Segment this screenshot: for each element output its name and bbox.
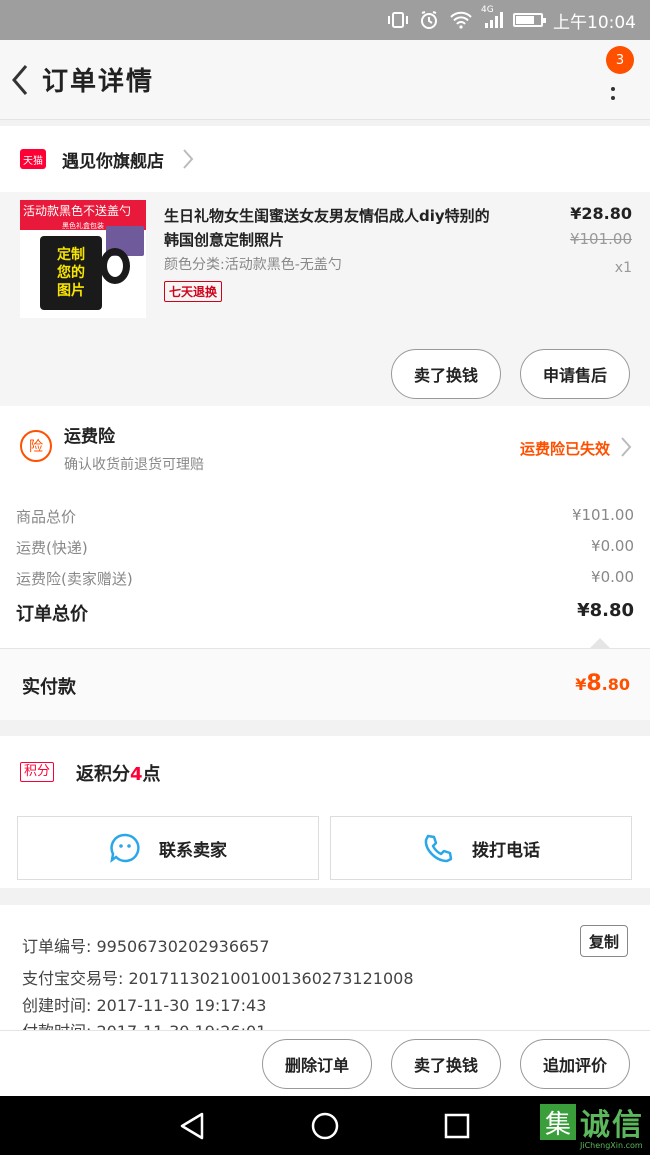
- nav-home-icon[interactable]: [305, 1106, 345, 1146]
- sell-button[interactable]: 卖了换钱: [391, 1039, 501, 1089]
- message-count-badge: 3: [606, 46, 634, 74]
- more-dot-icon: [611, 87, 615, 91]
- phone-icon: [424, 834, 453, 863]
- order-total-label: 订单总价: [16, 604, 88, 625]
- points-number: 4: [130, 764, 143, 785]
- cost-breakdown: 商品总价 ¥101.00 运费(快递) ¥0.00 运费险(卖家赠送) ¥0.0…: [0, 488, 650, 648]
- nav-back-icon[interactable]: [172, 1106, 212, 1146]
- order-total-row: 订单总价 ¥8.80: [16, 600, 634, 626]
- chevron-left-icon: [12, 64, 28, 95]
- chevron-right-icon: [182, 148, 194, 170]
- battery-icon: [513, 13, 546, 27]
- points-prefix: 返积分: [76, 764, 130, 785]
- order-item[interactable]: 活动款黑色不送盖勺 黑色礼盒包装 定制 您的 图片 生日礼物女生闺蜜送女友男友情…: [0, 192, 650, 406]
- more-dot-icon: [611, 96, 615, 100]
- points-section: 积分 返积分4点 联系卖家 拨打电话: [0, 736, 650, 888]
- product-quantity: x1: [614, 260, 632, 276]
- top-nav: 订单详情 3: [0, 40, 650, 120]
- after-sale-button[interactable]: 申请售后: [520, 349, 630, 399]
- product-title[interactable]: 生日礼物女生闺蜜送女友男友情侣成人diy特别的韩国创意定制照片: [164, 204, 504, 252]
- pointer-arrow: [590, 638, 610, 648]
- product-price: ¥28.80: [570, 204, 632, 223]
- shipping-label: 运费(快递): [16, 539, 88, 557]
- copy-order-number-button[interactable]: 复制: [580, 925, 628, 957]
- order-number: 订单编号: 99506730202936657: [22, 937, 270, 956]
- back-button[interactable]: [0, 40, 40, 120]
- tmall-logo-icon: 天猫: [20, 149, 46, 169]
- watermark-logo: 集 诚信 JiChengXin.com: [540, 1100, 644, 1150]
- shipping-insurance-row[interactable]: 险 运费险 确认收货前退货可理赔 运费险已失效: [0, 406, 650, 488]
- call-seller-button[interactable]: 拨打电话: [330, 816, 632, 880]
- shipping-row: 运费(快递) ¥0.00: [16, 537, 634, 558]
- paid-decimal: .80: [601, 675, 630, 694]
- shipping-value: ¥0.00: [591, 537, 634, 555]
- call-seller-label: 拨打电话: [472, 840, 540, 861]
- shop-header[interactable]: 天猫 遇见你旗舰店: [0, 126, 650, 192]
- points-text: 返积分4点: [76, 760, 161, 786]
- paid-amount-row: 实付款 ¥8.80: [0, 648, 650, 720]
- insurance-title: 运费险: [64, 427, 115, 447]
- goods-total-label: 商品总价: [16, 508, 77, 526]
- goods-total-row: 商品总价 ¥101.00: [16, 506, 634, 527]
- alarm-icon: [419, 10, 439, 30]
- wifi-icon: [449, 11, 473, 29]
- insurance-fee-value: ¥0.00: [591, 568, 634, 586]
- clock: 上午10:04: [553, 12, 636, 33]
- insurance-status: 运费险已失效: [519, 440, 610, 458]
- insurance-subtitle: 确认收货前退货可理赔: [64, 457, 204, 473]
- product-spec: 颜色分类:活动款黑色-无盖勺: [164, 257, 342, 273]
- paid-value: ¥8.80: [575, 671, 630, 696]
- page-title: 订单详情: [42, 67, 155, 97]
- order-info: 订单编号: 99506730202936657 支付宝交易号: 20171130…: [0, 905, 650, 1030]
- delete-order-button[interactable]: 删除订单: [262, 1039, 372, 1089]
- insurance-fee-row: 运费险(卖家赠送) ¥0.00: [16, 568, 634, 589]
- chat-face-icon: [110, 833, 140, 863]
- product-original-price: ¥101.00: [569, 230, 632, 248]
- created-time: 创建时间: 2017-11-30 19:17:43: [22, 996, 267, 1015]
- contact-seller-button[interactable]: 联系卖家: [17, 816, 319, 880]
- paid-currency: ¥: [575, 675, 587, 694]
- contact-seller-label: 联系卖家: [159, 840, 227, 861]
- watermark-url: JiChengXin.com: [580, 1141, 643, 1150]
- paid-integer: 8: [586, 671, 602, 696]
- shop-name: 遇见你旗舰店: [62, 151, 164, 172]
- nav-recents-icon[interactable]: [437, 1106, 477, 1146]
- vibrate-icon: [387, 11, 409, 29]
- mug-handle-shape: [100, 248, 130, 284]
- mug-image-text: 定制 您的 图片: [40, 236, 102, 310]
- sell-item-button[interactable]: 卖了换钱: [391, 349, 501, 399]
- paid-time: 付款时间: 2017-11-30 19:26:01: [22, 1018, 266, 1030]
- return-policy-tag: 七天退换: [164, 281, 223, 302]
- status-bar: 4G 上午10:04: [0, 0, 650, 40]
- points-tag: 积分: [20, 762, 55, 782]
- watermark-text: 诚信: [580, 1108, 644, 1143]
- product-image-banner: 活动款黑色不送盖勺: [20, 200, 146, 222]
- goods-total-value: ¥101.00: [571, 506, 634, 524]
- insurance-fee-label: 运费险(卖家赠送): [16, 570, 133, 588]
- paid-label: 实付款: [22, 677, 76, 698]
- chevron-right-icon: [620, 436, 632, 462]
- watermark-mark: 集: [540, 1104, 576, 1140]
- add-review-button[interactable]: 追加评价: [520, 1039, 630, 1089]
- system-navigation-bar: 集 诚信 JiChengXin.com: [0, 1096, 650, 1155]
- alipay-number: 支付宝交易号: 2017113021001001360273121008: [22, 969, 414, 988]
- order-total-value: ¥8.80: [577, 600, 634, 621]
- points-suffix: 点: [142, 764, 161, 785]
- bottom-action-bar: 删除订单 卖了换钱 追加评价: [0, 1030, 650, 1096]
- insurance-icon: 险: [20, 430, 52, 462]
- product-image[interactable]: 活动款黑色不送盖勺 黑色礼盒包装 定制 您的 图片: [20, 200, 146, 318]
- network-type: 4G: [481, 5, 494, 15]
- signal-icon: 4G: [481, 5, 503, 29]
